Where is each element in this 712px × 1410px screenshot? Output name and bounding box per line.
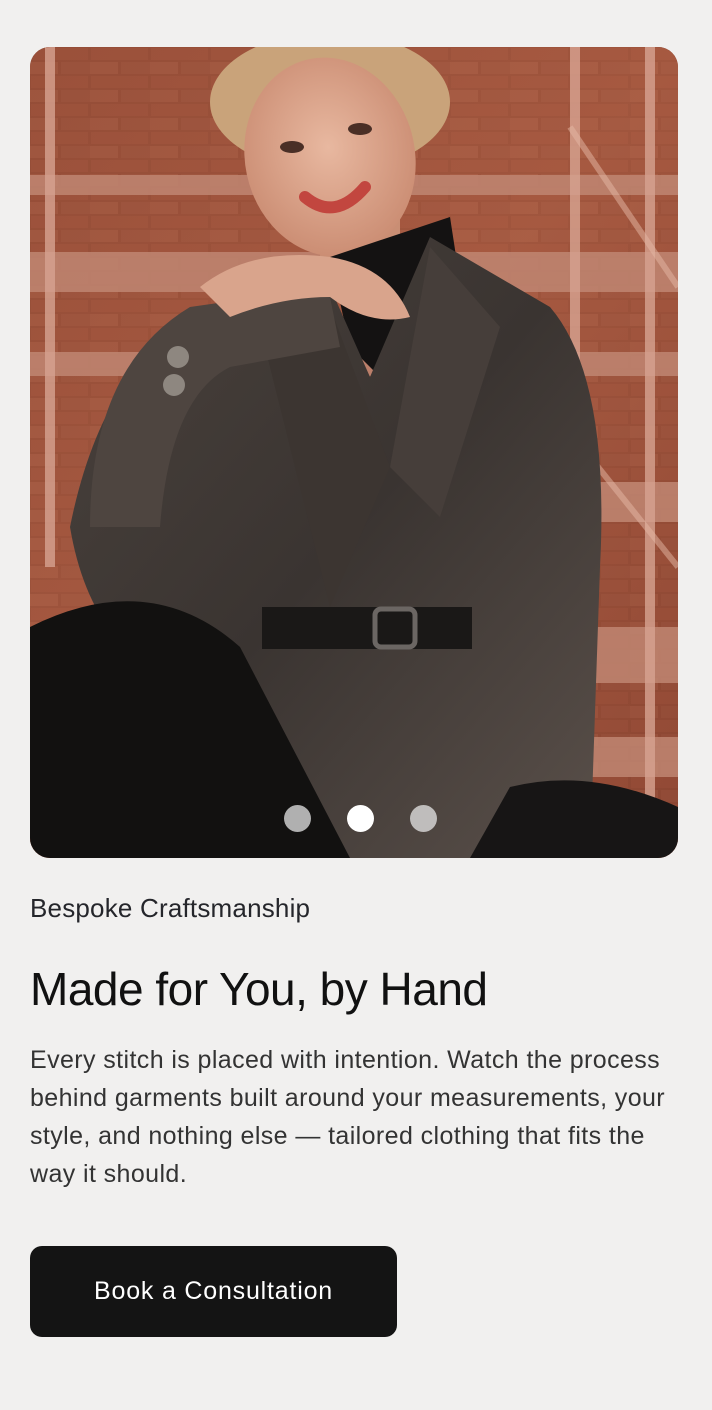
section-description: Every stitch is placed with intention. W…	[30, 1046, 666, 1188]
section-eyebrow: Bespoke Craftsmanship	[30, 893, 311, 923]
hero-media-card	[30, 47, 678, 858]
carousel-dot-1[interactable]	[283, 805, 311, 832]
book-consultation-button[interactable]: Book a Consultation	[30, 1246, 397, 1337]
hero-photo	[30, 47, 678, 858]
section-headline: Made for You, by Hand	[30, 963, 488, 1015]
carousel-pagination	[36, 805, 678, 832]
carousel-dot-3[interactable]	[409, 805, 437, 832]
carousel-dot-2-active[interactable]	[346, 805, 374, 832]
